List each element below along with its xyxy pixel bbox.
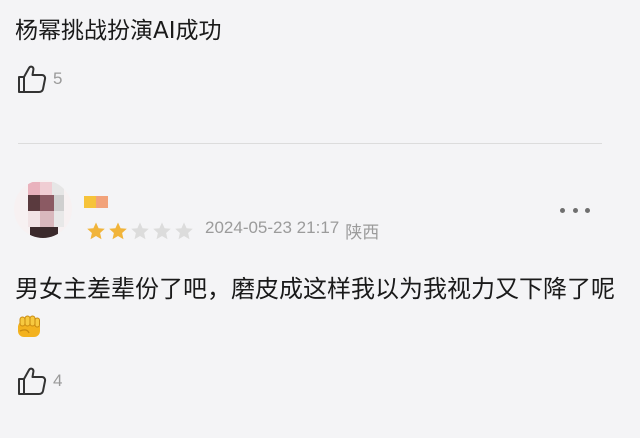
more-horizontal-icon	[560, 207, 565, 213]
star-empty-icon	[153, 222, 171, 240]
thumbs-up-icon	[18, 65, 47, 93]
avatar[interactable]	[14, 180, 72, 238]
like-count: 4	[53, 371, 63, 390]
comment-date: 2024-05-23 21:17	[205, 218, 340, 237]
like-count: 5	[53, 69, 63, 88]
comment-meta: 2024-05-23 21:17 陕西	[205, 218, 379, 243]
star-filled-icon	[87, 222, 105, 240]
comment-list: 杨幂挑战扮演AI成功 5 2024-05-23 21:17 陕西 男女主差辈份了…	[0, 0, 640, 438]
thumbs-up-icon	[18, 367, 47, 395]
star-empty-icon	[131, 222, 149, 240]
comment-body: 男女主差辈份了吧，磨皮成这样我以为我视力又下降了呢	[15, 270, 615, 346]
fist-emoji	[18, 315, 40, 337]
more-options-button[interactable]	[558, 200, 592, 220]
comment-location: 陕西	[345, 223, 380, 242]
like-button[interactable]: 5	[15, 62, 62, 96]
star-filled-icon	[109, 222, 127, 240]
user-level-badge	[84, 196, 108, 208]
star-empty-icon	[175, 222, 193, 240]
like-button[interactable]: 4	[15, 364, 62, 398]
star-rating	[86, 221, 194, 241]
divider	[18, 143, 602, 144]
comment-text: 杨幂挑战扮演AI成功	[15, 18, 222, 44]
comment-text: 男女主差辈份了吧，磨皮成这样我以为我视力又下降了呢	[15, 275, 615, 303]
